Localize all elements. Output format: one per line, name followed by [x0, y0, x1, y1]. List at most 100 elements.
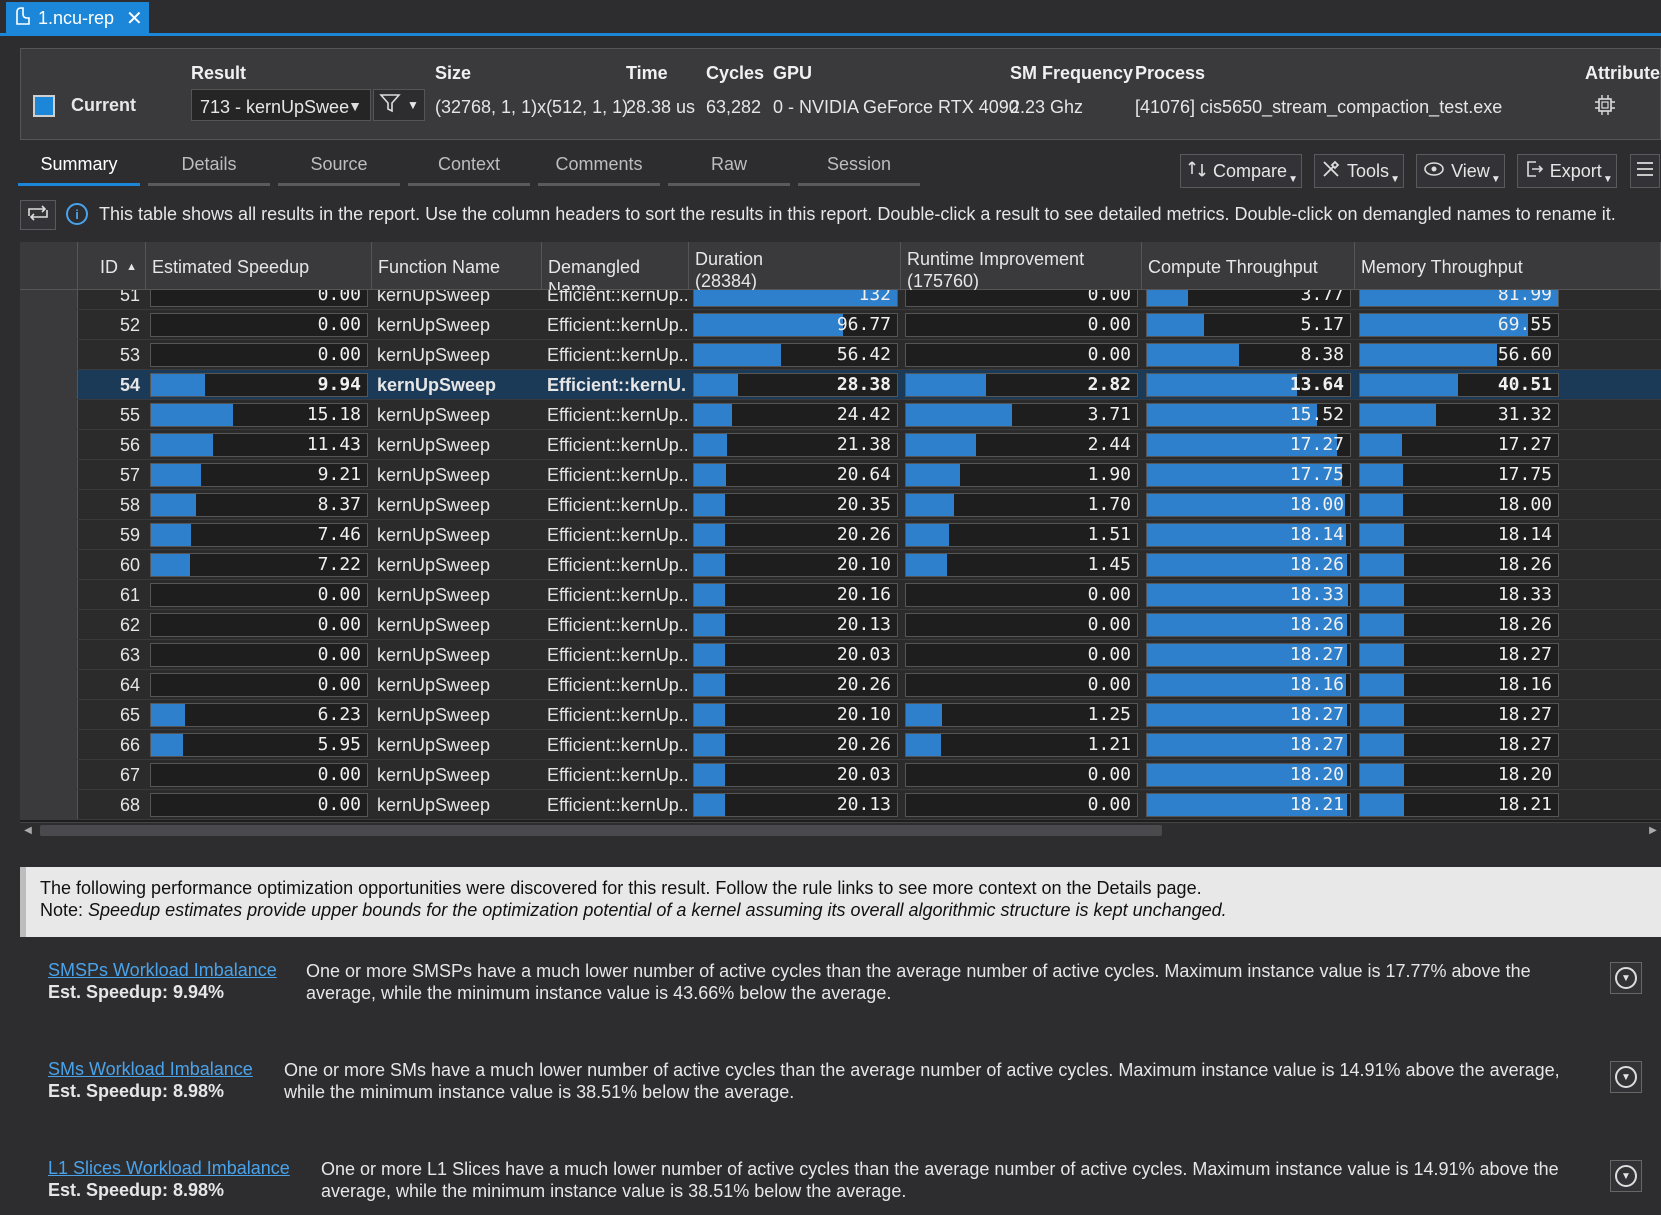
cell-rt-bar: 2.44: [905, 433, 1138, 457]
table-row[interactable]: 67 kernUpSweep Efficient::kernUp... 0.00 20.…: [20, 760, 1661, 790]
table-row[interactable]: 56 kernUpSweep Efficient::kernUp... 11.43 21…: [20, 430, 1661, 460]
cell-dur-bar: 20.03: [693, 643, 898, 667]
cell-demangled-name[interactable]: Efficient::kernUp...: [547, 760, 687, 790]
row-gutter[interactable]: [20, 430, 78, 459]
row-gutter[interactable]: [20, 760, 78, 789]
cell-demangled-name[interactable]: Efficient::kernUp...: [547, 670, 687, 700]
tools-button[interactable]: Tools ▼: [1314, 154, 1405, 188]
cell-demangled-name[interactable]: Efficient::kernU...: [547, 370, 687, 400]
row-gutter[interactable]: [20, 460, 78, 489]
document-tab-strip: 1.ncu-rep ✕: [0, 0, 1661, 36]
row-gutter[interactable]: [20, 520, 78, 549]
chip-icon[interactable]: [1593, 93, 1617, 117]
column-header-demangled[interactable]: Demangled Name: [542, 242, 689, 299]
view-button[interactable]: View ▼: [1416, 154, 1505, 188]
opportunity-link[interactable]: L1 Slices Workload Imbalance: [48, 1158, 290, 1179]
bar-fill: [1360, 644, 1405, 666]
column-header-function[interactable]: Function Name: [372, 242, 542, 290]
document-tab[interactable]: 1.ncu-rep ✕: [6, 2, 149, 34]
filter-button[interactable]: ▼: [373, 89, 425, 121]
cell-demangled-name[interactable]: Efficient::kernUp...: [547, 640, 687, 670]
column-header-runtime[interactable]: Runtime Improvement (175760): [901, 242, 1142, 291]
export-button[interactable]: Export ▼: [1516, 154, 1617, 188]
cell-demangled-name[interactable]: Efficient::kernUp...: [547, 490, 687, 520]
row-gutter[interactable]: [20, 550, 78, 579]
compare-button[interactable]: Compare ▼: [1180, 154, 1303, 188]
table-row[interactable]: 54 kernUpSweep Efficient::kernU... 9.94 28.3…: [20, 370, 1661, 400]
table-row[interactable]: 58 kernUpSweep Efficient::kernUp... 8.37 20.…: [20, 490, 1661, 520]
table-row[interactable]: 57 kernUpSweep Efficient::kernUp... 9.21 20.…: [20, 460, 1661, 490]
scroll-right-icon[interactable]: ▶: [1645, 823, 1661, 837]
expand-button[interactable]: ▼: [1610, 1160, 1642, 1192]
table-row[interactable]: 51 kernUpSweep Efficient::kernUp... 0.00 132…: [20, 290, 1661, 310]
cell-demangled-name[interactable]: Efficient::kernUp...: [547, 790, 687, 820]
cell-demangled-name[interactable]: Efficient::kernUp...: [547, 550, 687, 580]
tab-summary[interactable]: Summary: [18, 148, 140, 186]
table-row[interactable]: 55 kernUpSweep Efficient::kernUp... 15.18 24…: [20, 400, 1661, 430]
horizontal-scrollbar[interactable]: ◀ ▶: [20, 822, 1661, 837]
cell-function-name: kernUpSweep: [377, 585, 491, 605]
table-row[interactable]: 53 kernUpSweep Efficient::kernUp... 0.00 56.…: [20, 340, 1661, 370]
cell-demangled-name[interactable]: Efficient::kernUp...: [547, 310, 687, 340]
hamburger-icon: [1636, 161, 1654, 182]
opportunity-link[interactable]: SMs Workload Imbalance: [48, 1059, 253, 1080]
result-dropdown[interactable]: 713 - kernUpSwee ▼: [191, 89, 371, 121]
expand-button[interactable]: ▼: [1610, 1061, 1642, 1093]
cell-function-name: kernUpSweep: [377, 495, 491, 515]
table-row[interactable]: 52 kernUpSweep Efficient::kernUp... 0.00 96.…: [20, 310, 1661, 340]
row-gutter[interactable]: [20, 700, 78, 729]
cell-demangled-name[interactable]: Efficient::kernUp...: [547, 580, 687, 610]
scroll-left-icon[interactable]: ◀: [20, 823, 36, 837]
tab-comments[interactable]: Comments: [538, 148, 660, 186]
tab-raw[interactable]: Raw: [668, 148, 790, 186]
opportunity-link[interactable]: SMSPs Workload Imbalance: [48, 960, 277, 981]
row-gutter[interactable]: [20, 370, 78, 399]
close-icon[interactable]: ✕: [126, 6, 143, 31]
table-row[interactable]: 59 kernUpSweep Efficient::kernUp... 7.46 20.…: [20, 520, 1661, 550]
scrollbar-thumb[interactable]: [40, 825, 1162, 836]
cell-demangled-name[interactable]: Efficient::kernUp...: [547, 700, 687, 730]
row-gutter[interactable]: [20, 490, 78, 519]
cell-id: 51: [119, 290, 140, 305]
column-header-duration[interactable]: Duration (28384): [689, 242, 901, 291]
row-gutter[interactable]: [20, 640, 78, 669]
table-row[interactable]: 61 kernUpSweep Efficient::kernUp... 0.00 20.…: [20, 580, 1661, 610]
tab-details[interactable]: Details: [148, 148, 270, 186]
row-gutter[interactable]: [20, 340, 78, 369]
table-row[interactable]: 63 kernUpSweep Efficient::kernUp... 0.00 20.…: [20, 640, 1661, 670]
table-row[interactable]: 66 kernUpSweep Efficient::kernUp... 5.95 20.…: [20, 730, 1661, 760]
tab-session[interactable]: Session: [798, 148, 920, 186]
column-header-compute[interactable]: Compute Throughput: [1142, 242, 1355, 290]
expand-button[interactable]: ▼: [1610, 962, 1642, 994]
cell-demangled-name[interactable]: Efficient::kernUp...: [547, 290, 687, 310]
cell-function-name: kernUpSweep: [377, 375, 497, 395]
table-row[interactable]: 60 kernUpSweep Efficient::kernUp... 7.22 20.…: [20, 550, 1661, 580]
row-gutter[interactable]: [20, 290, 78, 309]
cell-dur-value: 20.13: [836, 614, 891, 635]
row-gutter[interactable]: [20, 670, 78, 699]
table-row[interactable]: 64 kernUpSweep Efficient::kernUp... 0.00 20.…: [20, 670, 1661, 700]
column-header-id[interactable]: ID ▲: [78, 242, 146, 290]
row-gutter[interactable]: [20, 400, 78, 429]
row-gutter[interactable]: [20, 580, 78, 609]
cell-demangled-name[interactable]: Efficient::kernUp...: [547, 400, 687, 430]
table-row[interactable]: 68 kernUpSweep Efficient::kernUp... 0.00 20.…: [20, 790, 1661, 820]
table-row[interactable]: 62 kernUpSweep Efficient::kernUp... 0.00 20.…: [20, 610, 1661, 640]
tab-source[interactable]: Source: [278, 148, 400, 186]
table-row[interactable]: 65 kernUpSweep Efficient::kernUp... 6.23 20.…: [20, 700, 1661, 730]
cell-demangled-name[interactable]: Efficient::kernUp...: [547, 430, 687, 460]
tab-context[interactable]: Context: [408, 148, 530, 186]
row-gutter[interactable]: [20, 610, 78, 639]
menu-button[interactable]: [1630, 154, 1660, 188]
row-gutter[interactable]: [20, 310, 78, 339]
column-header-memory[interactable]: Memory Throughput: [1355, 242, 1661, 290]
row-gutter[interactable]: [20, 790, 78, 819]
column-header-speedup[interactable]: Estimated Speedup: [146, 242, 372, 290]
cell-demangled-name[interactable]: Efficient::kernUp...: [547, 730, 687, 760]
cell-demangled-name[interactable]: Efficient::kernUp...: [547, 460, 687, 490]
row-gutter[interactable]: [20, 730, 78, 759]
swap-button[interactable]: [20, 200, 56, 230]
cell-demangled-name[interactable]: Efficient::kernUp...: [547, 610, 687, 640]
cell-demangled-name[interactable]: Efficient::kernUp...: [547, 340, 687, 370]
cell-demangled-name[interactable]: Efficient::kernUp...: [547, 520, 687, 550]
